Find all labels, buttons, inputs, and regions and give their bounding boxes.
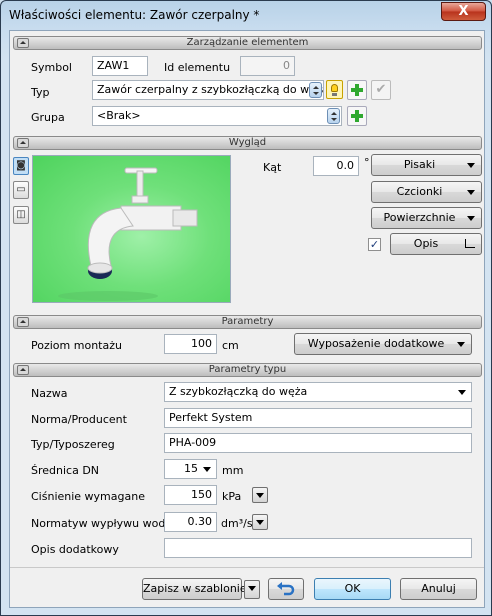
angle-unit: ° (364, 156, 370, 169)
add-group-icon[interactable] (347, 106, 367, 126)
name-select[interactable]: Z szybkozłączką do węża (164, 382, 472, 402)
mount-level-label: Poziom montażu (31, 339, 122, 352)
extra-description-label: Opis dodatkowy (31, 543, 119, 556)
group-field[interactable]: <Brak> (92, 106, 342, 126)
section-type-parameters-title: Parametry typu (208, 364, 287, 375)
name-select-value: Z szybkozłączką do węża (169, 385, 308, 398)
fonts-button-label: Czcionki (396, 185, 443, 198)
folder-view-icon[interactable]: ▭ (13, 181, 29, 199)
description-button[interactable]: Opis (390, 233, 482, 255)
section-parameters-title: Parametry (221, 316, 274, 327)
angle-label: Kąt (263, 161, 282, 174)
collapse-chevron-icon[interactable] (17, 38, 29, 48)
symbol-field[interactable]: ZAW1 (92, 56, 148, 76)
group-label: Grupa (31, 111, 65, 124)
type-spinner[interactable] (309, 82, 322, 98)
description-checkbox[interactable]: ✓ (368, 238, 381, 251)
dropdown-arrow-icon (203, 467, 211, 472)
box-view-icon[interactable]: ◫ (13, 206, 29, 224)
flow-unit: dm³/s (221, 517, 253, 530)
id-field: 0 (240, 56, 295, 76)
dropdown-arrow-icon (467, 216, 475, 221)
pressure-field[interactable]: 150 (164, 485, 217, 505)
collapse-chevron-icon[interactable] (17, 365, 29, 375)
extra-description-field[interactable] (164, 538, 472, 558)
camera-view-icon[interactable]: ◙ (13, 157, 29, 175)
collapse-chevron-icon[interactable] (17, 138, 29, 148)
description-button-label: Opis (413, 237, 439, 250)
dropdown-arrow-icon (458, 390, 466, 395)
add-type-icon[interactable] (347, 80, 367, 100)
faucet-icon (58, 167, 198, 301)
pressure-unit: kPa (222, 490, 242, 503)
dn-label: Średnica DN (31, 464, 100, 477)
type-field[interactable]: Zawór czerpalny z szybkozłączką do węża/ (92, 80, 324, 100)
symbol-label: Symbol (31, 61, 72, 74)
collapse-chevron-icon[interactable] (17, 317, 29, 327)
dialog-body: Zarządzanie elementem Symbol ZAW1 Id ele… (9, 30, 485, 608)
additional-equipment-label: Wyposażenie dodatkowe (307, 337, 445, 350)
section-type-parameters-header[interactable]: Parametry typu (13, 363, 482, 377)
mount-level-field[interactable]: 100 (164, 334, 217, 354)
section-appearance-title: Wygląd (228, 137, 267, 148)
dropdown-arrow-icon (457, 342, 465, 347)
section-management-header[interactable]: Zarządzanie elementem (13, 36, 482, 50)
open-external-icon (465, 239, 475, 248)
pens-button-label: Pisaki (403, 158, 436, 171)
pressure-dropdown[interactable] (252, 487, 268, 503)
save-template-button[interactable]: Zapisz w szablonie (142, 578, 247, 600)
title-bar[interactable]: Właściwości elementu: Zawór czerpalny * … (1, 1, 491, 29)
dropdown-arrow-icon (467, 163, 475, 168)
pressure-label: Ciśnienie wymagane (31, 490, 145, 503)
properties-window: Właściwości elementu: Zawór czerpalny * … (0, 0, 492, 616)
typeseries-field[interactable]: PHA-009 (164, 433, 472, 453)
ok-button[interactable]: OK (314, 578, 391, 600)
name-label: Nazwa (31, 387, 68, 400)
dn-select[interactable]: 15 (164, 459, 217, 479)
dropdown-arrow-icon (467, 190, 475, 195)
bulb-icon[interactable] (326, 80, 343, 99)
confirm-check-icon: ✔ (371, 80, 391, 100)
undo-icon (277, 582, 295, 596)
undo-button[interactable] (268, 578, 304, 600)
group-spinner[interactable] (327, 108, 340, 124)
surfaces-button-label: Powierzchnie (383, 211, 456, 224)
surfaces-button[interactable]: Powierzchnie (371, 207, 482, 229)
dn-unit: mm (222, 464, 244, 477)
type-label: Typ (31, 86, 50, 99)
close-button[interactable]: X (441, 2, 486, 21)
flow-dropdown[interactable] (252, 514, 268, 530)
norm-label: Norma/Producent (31, 413, 127, 426)
id-label: Id elementu (164, 61, 231, 74)
section-management-title: Zarządzanie elementem (186, 37, 309, 48)
section-parameters-header[interactable]: Parametry (13, 315, 482, 329)
flow-label: Normatyw wypływu wody (31, 517, 172, 530)
footer-divider (10, 567, 484, 568)
save-template-dropdown[interactable] (244, 580, 260, 599)
faucet-preview-image (32, 155, 231, 303)
section-appearance-header[interactable]: Wygląd (13, 136, 482, 150)
window-title: Właściwości elementu: Zawór czerpalny * (9, 8, 260, 22)
norm-field[interactable]: Perfekt System (164, 408, 472, 428)
additional-equipment-button[interactable]: Wyposażenie dodatkowe (294, 333, 472, 355)
pens-button[interactable]: Pisaki (371, 154, 482, 176)
angle-field[interactable]: 0.0 (313, 156, 359, 176)
fonts-button[interactable]: Czcionki (371, 181, 482, 203)
mount-level-unit: cm (222, 339, 239, 352)
flow-field[interactable]: 0.30 (164, 512, 217, 532)
typeseries-label: Typ/Typoszereg (31, 438, 115, 451)
cancel-button[interactable]: Anuluj (400, 578, 477, 600)
dn-select-value: 15 (184, 462, 198, 475)
